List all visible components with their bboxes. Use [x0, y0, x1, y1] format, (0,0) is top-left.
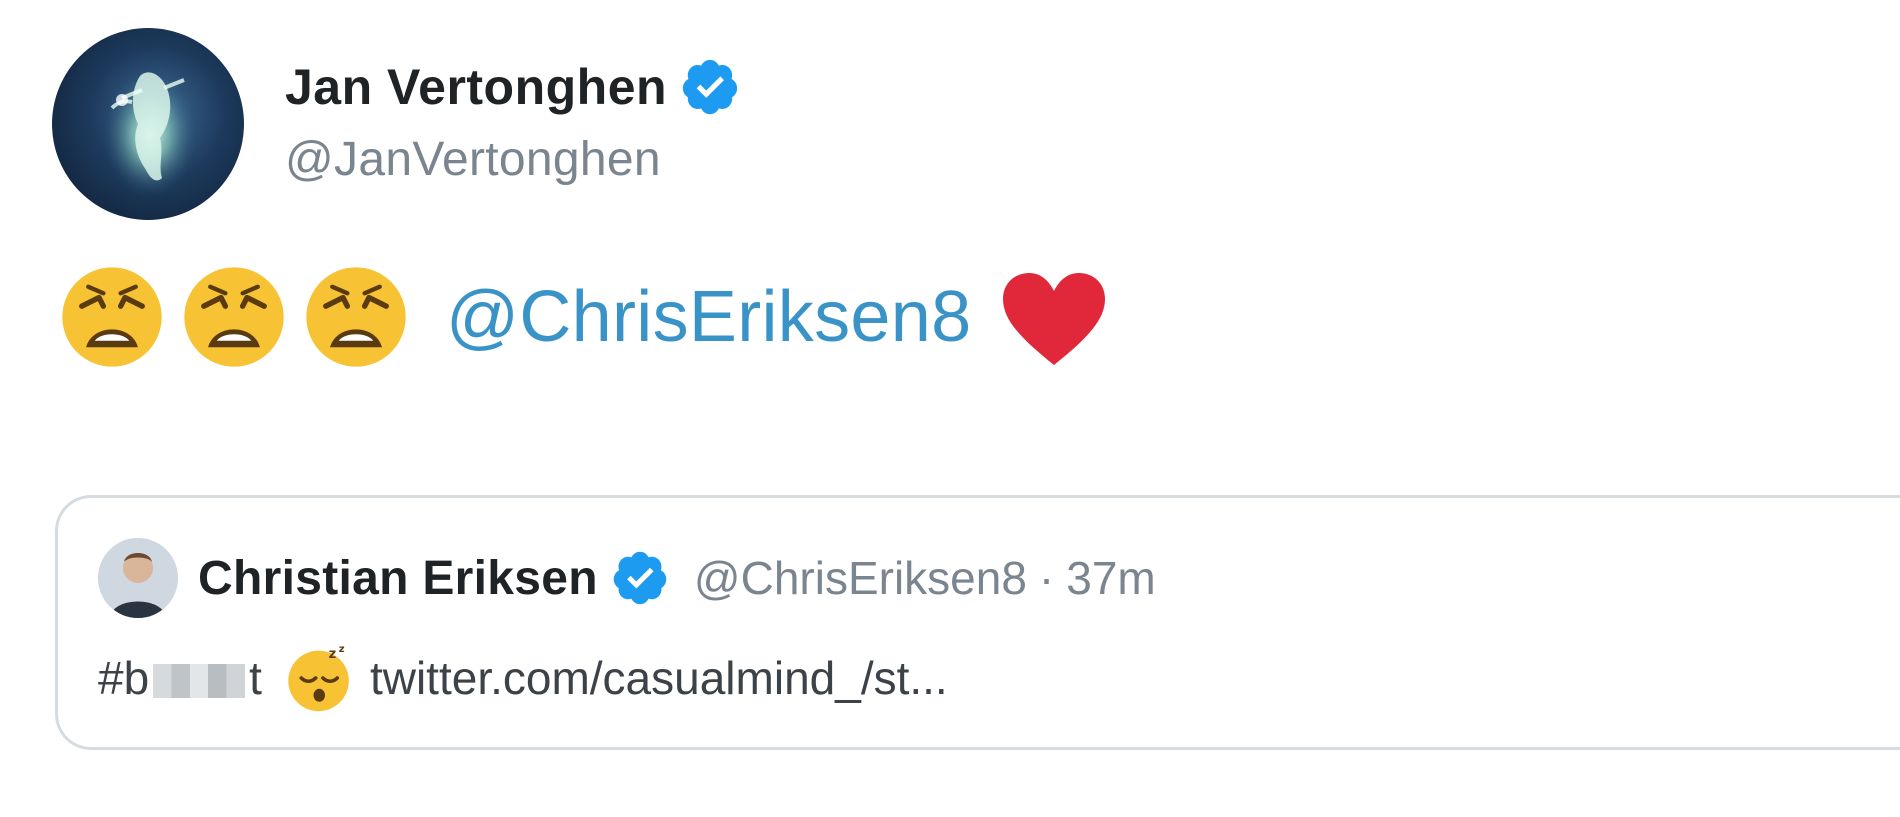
svg-text:z: z — [339, 644, 345, 655]
quoted-author-avatar[interactable] — [98, 538, 178, 618]
weary-face-icon — [184, 267, 284, 367]
tweet: Jan Vertonghen @JanVertonghen @ChrisErik… — [0, 0, 1900, 817]
quoted-tweet-link[interactable]: twitter.com/casualmind_/st... — [370, 651, 948, 705]
author-handle[interactable]: @JanVertonghen — [285, 132, 661, 187]
header-separator: · — [1038, 552, 1055, 604]
quoted-author-handle[interactable]: @ChrisEriksen8 — [694, 551, 1027, 605]
sleeping-face-icon: z z — [288, 644, 349, 712]
quoted-tweet-header: Christian Eriksen @ChrisEriksen8 · 37m — [198, 542, 1156, 614]
avatar-photo-icon — [98, 538, 178, 618]
mention-link[interactable]: @ChrisEriksen8 — [446, 276, 971, 358]
hashtag-end[interactable]: t — [249, 651, 262, 705]
weary-face-icon — [62, 267, 162, 367]
verified-badge-icon — [613, 551, 667, 605]
red-heart-icon — [1003, 273, 1106, 365]
quoted-author-name[interactable]: Christian Eriksen — [198, 551, 598, 606]
verified-badge-icon — [682, 59, 738, 115]
hashtag-start[interactable]: #b — [98, 651, 149, 705]
avatar-photo-icon — [98, 58, 202, 198]
censored-text — [153, 664, 246, 698]
author-avatar[interactable] — [52, 28, 244, 220]
weary-face-icon — [306, 267, 406, 367]
author-name-row: Jan Vertonghen — [285, 52, 741, 122]
quoted-tweet-card[interactable]: Christian Eriksen @ChrisEriksen8 · 37m #… — [55, 495, 1900, 750]
tweet-body: @ChrisEriksen8 — [58, 262, 1109, 372]
svg-text:z: z — [329, 647, 337, 662]
author-name[interactable]: Jan Vertonghen — [285, 58, 667, 116]
quoted-tweet-body: #b t z z twitter.com/casualmind_/st... — [98, 638, 948, 718]
quoted-tweet-time[interactable]: 37m — [1066, 551, 1155, 605]
